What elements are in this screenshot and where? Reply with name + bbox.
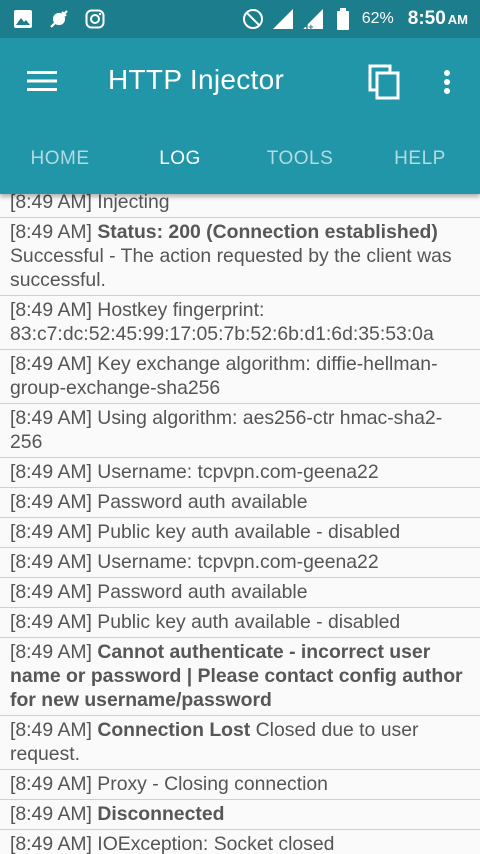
app-toolbar: HTTP Injector bbox=[0, 38, 480, 124]
tab-home[interactable]: HOME bbox=[0, 124, 120, 194]
log-entry: [8:49 AM] Disconnected bbox=[0, 800, 480, 830]
tab-bar: HOME LOG TOOLS HELP bbox=[0, 124, 480, 194]
log-entry: [8:49 AM] Connection Lost Closed due to … bbox=[0, 716, 480, 770]
more-options-button[interactable] bbox=[432, 60, 462, 104]
log-entry: [8:49 AM] Password auth available bbox=[0, 488, 480, 518]
tab-help[interactable]: HELP bbox=[360, 124, 480, 194]
log-entry: [8:49 AM] Password auth available bbox=[0, 578, 480, 608]
copy-icon bbox=[368, 64, 400, 100]
menu-button[interactable] bbox=[22, 64, 62, 98]
log-entry: [8:49 AM] Key exchange algorithm: diffie… bbox=[0, 350, 480, 404]
battery-icon bbox=[332, 8, 354, 30]
gallery-icon bbox=[12, 8, 34, 30]
log-list[interactable]: [8:49 AM] Injecting [8:49 AM] Status: 20… bbox=[0, 190, 480, 854]
log-entry: [8:49 AM] Cannot authenticate - incorrec… bbox=[0, 638, 480, 716]
do-not-disturb-icon bbox=[242, 8, 264, 30]
log-entry: [8:49 AM] Public key auth available - di… bbox=[0, 518, 480, 548]
log-entry: [8:49 AM] Hostkey fingerprint: 83:c7:dc:… bbox=[0, 296, 480, 350]
app-title: HTTP Injector bbox=[108, 64, 285, 95]
log-entry: [8:49 AM] Using algorithm: aes256-ctr hm… bbox=[0, 404, 480, 458]
log-entry: [8:49 AM] Status: 200 (Connection establ… bbox=[0, 218, 480, 296]
tab-log[interactable]: LOG bbox=[120, 124, 240, 194]
copy-button[interactable] bbox=[362, 60, 406, 104]
log-entry: [8:49 AM] IOException: Socket closed bbox=[0, 830, 480, 854]
battery-percent: 62% bbox=[361, 10, 394, 27]
log-entry: [8:49 AM] Injecting bbox=[0, 190, 480, 218]
menu-icon bbox=[27, 71, 57, 91]
status-bar: H+ 62% 8:50 AM bbox=[0, 0, 480, 38]
tab-tools[interactable]: TOOLS bbox=[240, 124, 360, 194]
usb-debug-icon bbox=[48, 8, 70, 30]
log-entry: [8:49 AM] Public key auth available - di… bbox=[0, 608, 480, 638]
network-type-label: H+ bbox=[301, 22, 314, 32]
log-entry: [8:49 AM] Proxy - Closing connection bbox=[0, 770, 480, 800]
log-entry: [8:49 AM] Username: tcpvpn.com-geena22 bbox=[0, 548, 480, 578]
signal-icon: H+ bbox=[301, 8, 324, 32]
clock: 8:50 AM bbox=[407, 8, 468, 29]
log-entry: [8:49 AM] Username: tcpvpn.com-geena22 bbox=[0, 458, 480, 488]
signal-icon bbox=[272, 8, 294, 30]
more-vert-icon bbox=[444, 70, 450, 94]
instagram-icon bbox=[84, 8, 106, 30]
